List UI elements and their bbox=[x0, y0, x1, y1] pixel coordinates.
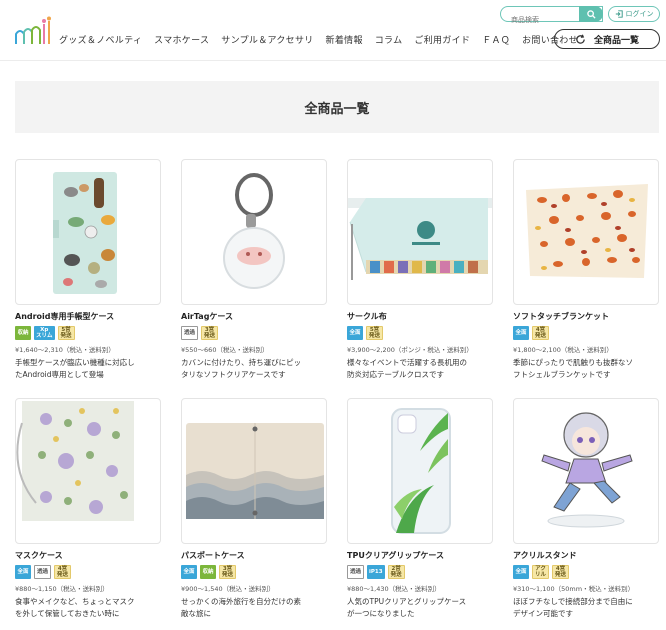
product-price: ¥900〜1,540（税込・送料別） bbox=[181, 585, 275, 593]
product-card[interactable]: パスポートケース 全面 収納 3営 発送 ¥900〜1,540（税込・送料別） … bbox=[181, 398, 327, 620]
badge: 透過 bbox=[181, 326, 199, 340]
product-name[interactable]: パスポートケース bbox=[181, 550, 327, 561]
badge: 透過 bbox=[34, 565, 52, 579]
product-price: ¥550〜660（税込・送料別） bbox=[181, 346, 269, 354]
product-description: せっかくの海外旅行を自分だけの素 敵な旅に bbox=[181, 597, 301, 618]
nav-item-news[interactable]: 新着情報 bbox=[326, 33, 363, 46]
badge: 3営 発送 bbox=[201, 326, 219, 340]
product-name[interactable]: マスクケース bbox=[15, 550, 161, 561]
badge: 2営 発送 bbox=[387, 565, 405, 579]
product-name[interactable]: アクリルスタンド bbox=[513, 550, 659, 561]
product-badges: 全面 透過 4営 発送 bbox=[15, 565, 161, 581]
all-products-button[interactable]: 全商品一覧 bbox=[554, 29, 660, 49]
refresh-icon bbox=[576, 33, 585, 44]
product-badges: 収納 Xp スリム 5営 発送 bbox=[15, 326, 161, 342]
nav-item-phone-cases[interactable]: スマホケース bbox=[154, 33, 209, 46]
badge: iP13 bbox=[367, 565, 385, 579]
product-description: 様々なイベントで活躍する長机用の 防炎対応テーブルクロスです bbox=[347, 358, 467, 379]
product-image-acrylic-stand[interactable] bbox=[513, 398, 659, 544]
product-badges: 全面 5営 発送 bbox=[347, 326, 493, 342]
product-price: ¥3,900〜2,200（ポンジ・税込・送料別） bbox=[347, 346, 473, 354]
badge: 5営 発送 bbox=[366, 326, 384, 340]
product-card[interactable]: ソフトタッチブランケット 全面 4営 発送 ¥1,800〜2,100（税込・送料… bbox=[513, 159, 659, 381]
product-price: ¥880〜1,430（税込・送料別） bbox=[347, 585, 441, 593]
page-title-band: 全商品一覧 bbox=[15, 81, 659, 133]
product-image-tpu-grip-case[interactable] bbox=[347, 398, 493, 544]
product-badges: 全面 収納 3営 発送 bbox=[181, 565, 327, 581]
badge: 4営 発送 bbox=[552, 565, 570, 579]
product-card[interactable]: サークル布 全面 5営 発送 ¥3,900〜2,200（ポンジ・税込・送料別） … bbox=[347, 159, 493, 381]
product-description: 食事やメイクなど、ちょっとマスク を外して保管しておきたい時に bbox=[15, 597, 135, 618]
product-badges: 透過 iP13 2営 発送 bbox=[347, 565, 493, 581]
badge: 4営 発送 bbox=[532, 326, 550, 340]
nav-item-guide[interactable]: ご利用ガイド bbox=[414, 33, 470, 46]
header-divider bbox=[0, 60, 666, 61]
badge: 全面 bbox=[15, 565, 31, 579]
all-products-label: 全商品一覧 bbox=[593, 35, 639, 46]
badge: 収納 bbox=[200, 565, 216, 579]
product-card[interactable]: マスクケース 全面 透過 4営 発送 ¥880〜1,150（税込・送料別） 食事… bbox=[15, 398, 161, 620]
product-card[interactable]: TPUクリアグリップケース 透過 iP13 2営 発送 ¥880〜1,430（税… bbox=[347, 398, 493, 620]
badge: 全面 bbox=[181, 565, 197, 579]
badge: 全面 bbox=[513, 326, 529, 340]
badge: 全面 bbox=[347, 326, 363, 340]
search-icon bbox=[586, 9, 596, 19]
product-badges: 全面 4営 発送 bbox=[513, 326, 659, 342]
product-image-circle-cloth[interactable] bbox=[347, 159, 493, 305]
product-name[interactable]: AirTagケース bbox=[181, 311, 327, 322]
badge: 3営 発送 bbox=[219, 565, 237, 579]
login-button[interactable]: ログイン bbox=[608, 6, 660, 22]
product-image-airtag-case[interactable] bbox=[181, 159, 327, 305]
product-description: 季節にぴったりで肌触りも抜群なソ フトシェルブランケットです bbox=[513, 358, 633, 379]
product-image-mask-case[interactable] bbox=[15, 398, 161, 544]
product-card[interactable]: AirTagケース 透過 3営 発送 ¥550〜660（税込・送料別） カバンに… bbox=[181, 159, 327, 381]
nav-item-goods[interactable]: グッズ＆ノベルティ bbox=[59, 33, 142, 46]
product-name[interactable]: ソフトタッチブランケット bbox=[513, 311, 659, 322]
product-image-passport-case[interactable] bbox=[181, 398, 327, 544]
badge: 4営 発送 bbox=[54, 565, 72, 579]
product-price: ¥880〜1,150（税込・送料別） bbox=[15, 585, 109, 593]
product-description: 人気のTPUクリアとグリップケース が一つになりました bbox=[347, 597, 467, 618]
product-name[interactable]: TPUクリアグリップケース bbox=[347, 550, 493, 561]
product-name[interactable]: サークル布 bbox=[347, 311, 493, 322]
login-label: ログイン bbox=[625, 10, 654, 18]
login-icon bbox=[615, 10, 623, 18]
product-image-blanket[interactable] bbox=[513, 159, 659, 305]
product-image-android-case[interactable] bbox=[15, 159, 161, 305]
product-badges: 透過 3営 発送 bbox=[181, 326, 327, 342]
product-price: ¥1,800〜2,100（税込・送料別） bbox=[513, 346, 613, 354]
main-nav: グッズ＆ノベルティ スマホケース サンプル＆アクセサリ 新着情報 コラム ご利用… bbox=[59, 33, 590, 46]
product-price: ¥1,640〜2,310（税込・送料別） bbox=[15, 346, 115, 354]
product-description: カバンに付けたり、持ち運びにピッ タリなソフトクリアケースです bbox=[181, 358, 302, 379]
badge: 透過 bbox=[347, 565, 365, 579]
badge: アク リル bbox=[532, 565, 550, 579]
badge: 5営 発送 bbox=[57, 326, 75, 340]
product-price: ¥310〜1,100（50mm・税込・送料別） bbox=[513, 585, 635, 593]
badge: 全面 bbox=[513, 565, 529, 579]
search-input[interactable] bbox=[511, 13, 585, 27]
nav-item-samples[interactable]: サンプル＆アクセサリ bbox=[221, 33, 313, 46]
product-description: 手帳型ケースが臨広い機種に対応し たAndroid専用として登場 bbox=[15, 358, 135, 379]
logo-icon[interactable] bbox=[14, 16, 56, 46]
search-button[interactable] bbox=[579, 6, 603, 22]
nav-item-column[interactable]: コラム bbox=[375, 33, 403, 46]
nav-item-faq[interactable]: ＦＡＱ bbox=[482, 33, 510, 46]
badge: 収納 bbox=[15, 326, 31, 340]
product-description: ほぼフチなしで接続部分まで自由に デザイン可能です bbox=[513, 597, 633, 618]
product-name[interactable]: Android専用手帳型ケース bbox=[15, 311, 161, 322]
product-card[interactable]: Android専用手帳型ケース 収納 Xp スリム 5営 発送 ¥1,640〜2… bbox=[15, 159, 161, 381]
product-card[interactable]: アクリルスタンド 全面 アク リル 4営 発送 ¥310〜1,100（50mm・… bbox=[513, 398, 659, 620]
badge: Xp スリム bbox=[34, 326, 55, 340]
page-title: 全商品一覧 bbox=[304, 101, 370, 117]
product-badges: 全面 アク リル 4営 発送 bbox=[513, 565, 659, 581]
